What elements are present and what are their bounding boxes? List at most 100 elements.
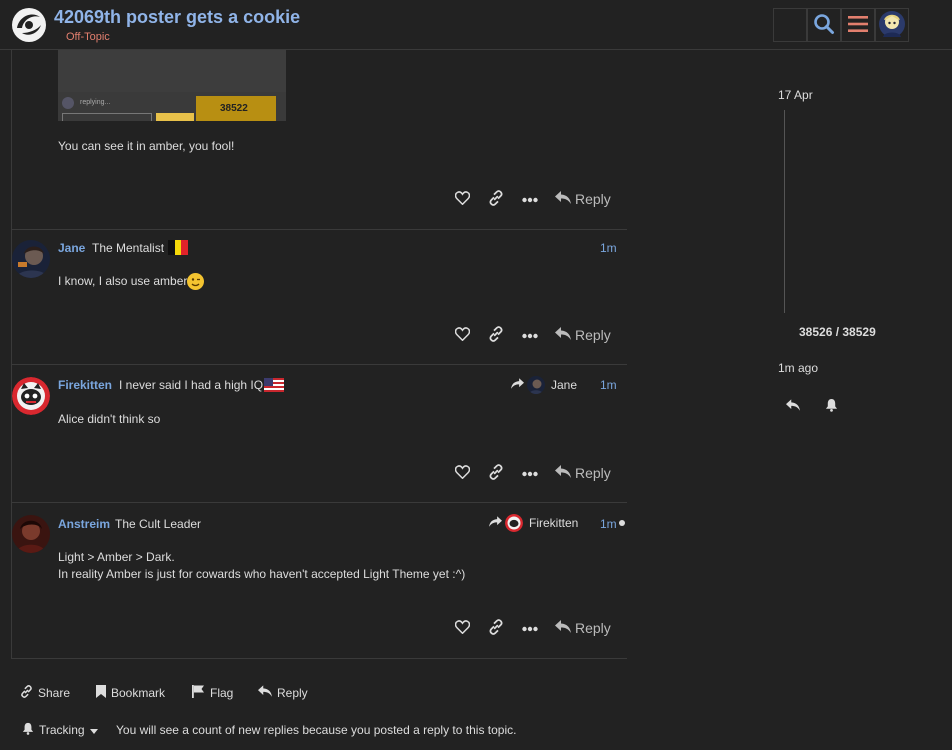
menu-button[interactable]	[841, 8, 875, 42]
reply-icon	[555, 620, 571, 636]
user-avatar-button[interactable]	[875, 8, 909, 42]
reply-icon	[786, 399, 800, 414]
site-logo[interactable]	[10, 6, 48, 44]
username[interactable]: Firekitten	[58, 378, 112, 392]
share-arrow-icon	[489, 516, 502, 530]
tracking-description: You will see a count of new replies beca…	[116, 723, 517, 737]
reply-icon	[555, 191, 571, 207]
ellipsis-icon	[522, 192, 538, 206]
post-actions: Reply	[445, 321, 611, 349]
search-button[interactable]	[807, 8, 841, 42]
like-button[interactable]	[445, 614, 479, 642]
site-header: 42069th poster gets a cookie Off-Topic	[0, 0, 952, 50]
copy-link-button[interactable]	[479, 459, 513, 487]
post-body: Light > Amber > Dark. In reality Amber i…	[58, 550, 466, 581]
more-button[interactable]	[513, 321, 547, 349]
bookmark-button[interactable]: Bookmark	[96, 685, 165, 701]
copy-link-button[interactable]	[479, 321, 513, 349]
hamburger-icon	[848, 15, 868, 36]
usa-flag-icon	[264, 378, 284, 392]
heart-icon	[454, 190, 470, 208]
copy-link-button[interactable]	[479, 614, 513, 642]
post-divider	[11, 658, 627, 659]
flag-icon	[192, 685, 205, 701]
caret-down-icon	[89, 723, 98, 737]
like-button[interactable]	[445, 321, 479, 349]
unread-indicator	[619, 520, 625, 526]
link-icon	[488, 463, 504, 483]
topic-title[interactable]: 42069th poster gets a cookie	[54, 7, 300, 28]
embedded-screenshot[interactable]: replying... 38522	[58, 50, 286, 121]
reply-button[interactable]: Reply	[555, 620, 611, 636]
avatar	[505, 514, 523, 532]
bookmark-icon	[96, 685, 106, 701]
belgium-flag-icon	[168, 240, 188, 255]
post-body: Alice didn't think so	[58, 412, 161, 426]
timeline-position[interactable]: 38526 / 38529	[799, 325, 876, 339]
timeline-scrollbar[interactable]	[784, 110, 785, 313]
username[interactable]: Jane	[58, 241, 85, 255]
link-icon	[488, 618, 504, 638]
heart-icon	[454, 326, 470, 344]
more-button[interactable]	[513, 614, 547, 642]
more-button[interactable]	[513, 185, 547, 213]
notification-level-dropdown[interactable]: Tracking	[22, 722, 98, 738]
post-date[interactable]: 1m	[600, 517, 617, 531]
share-arrow-icon	[511, 378, 524, 392]
header-blank-button[interactable]	[773, 8, 807, 42]
link-icon	[20, 685, 33, 701]
avatar	[527, 376, 545, 394]
like-button[interactable]	[445, 185, 479, 213]
timeline-notification-button[interactable]	[825, 398, 838, 415]
bell-icon	[22, 722, 34, 738]
yellow-button	[156, 113, 194, 121]
ellipsis-icon	[522, 466, 538, 480]
user-title: I never said I had a high IQ	[119, 378, 264, 392]
avatar	[879, 10, 905, 40]
replying-indicator: replying...	[80, 99, 111, 106]
ellipsis-icon	[522, 621, 538, 635]
flag-button[interactable]: Flag	[192, 685, 233, 701]
avatar[interactable]	[12, 515, 50, 553]
reply-icon	[258, 685, 272, 700]
reply-to-tab[interactable]: Jane	[511, 376, 577, 394]
timeline-end-date[interactable]: 1m ago	[778, 361, 818, 375]
timeline-start-date[interactable]: 17 Apr	[778, 88, 813, 102]
reply-icon	[555, 327, 571, 343]
like-button[interactable]	[445, 459, 479, 487]
ellipsis-icon	[522, 328, 538, 342]
link-icon	[488, 189, 504, 209]
post-body: You can see it in amber, you fool!	[58, 139, 235, 153]
timeline-reply-button[interactable]	[786, 399, 800, 414]
post-actions: Reply	[445, 614, 611, 642]
share-button[interactable]: Share	[20, 685, 70, 701]
reply-button[interactable]: Reply	[555, 465, 611, 481]
post-actions: Reply	[445, 459, 611, 487]
bell-icon	[825, 398, 838, 415]
user-title: The Cult Leader	[115, 517, 202, 531]
wink-emoji-icon	[187, 273, 204, 290]
counter-value: 38522	[220, 103, 248, 114]
reply-to-tab[interactable]: Firekitten	[489, 514, 578, 532]
reply-button[interactable]: Reply	[555, 191, 611, 207]
topic-reply-button[interactable]: Reply	[258, 685, 308, 700]
copy-link-button[interactable]	[479, 185, 513, 213]
user-title: The Mentalist	[92, 241, 165, 255]
post-body: I know, I also use amber	[58, 274, 188, 288]
avatar[interactable]	[12, 240, 50, 278]
post-date[interactable]: 1m	[600, 378, 617, 392]
input-box	[62, 113, 152, 121]
more-button[interactable]	[513, 459, 547, 487]
mini-avatar-icon	[62, 97, 74, 109]
link-icon	[488, 325, 504, 345]
reply-button[interactable]: Reply	[555, 327, 611, 343]
search-icon	[813, 13, 835, 38]
reply-icon	[555, 465, 571, 481]
avatar[interactable]	[12, 377, 50, 415]
username[interactable]: Anstreim	[58, 517, 110, 531]
post-actions: Reply	[445, 185, 611, 213]
heart-icon	[454, 619, 470, 637]
heart-icon	[454, 464, 470, 482]
category-badge[interactable]: Off-Topic	[66, 31, 110, 43]
post-date[interactable]: 1m	[600, 241, 617, 255]
